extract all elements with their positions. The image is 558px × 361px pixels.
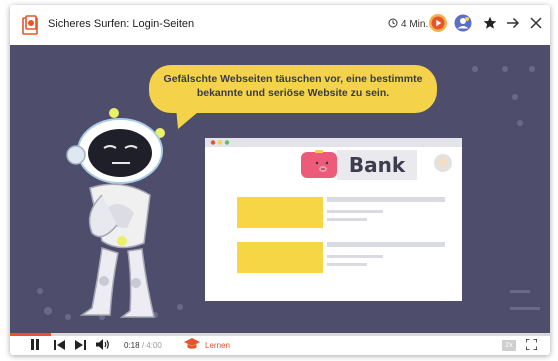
app-logo-icon (22, 15, 40, 35)
clock-icon (388, 18, 398, 31)
playback-speed-button[interactable]: 2x (502, 340, 516, 351)
forward-button[interactable] (503, 15, 523, 35)
speech-bubble: Gefälschte Webseiten täuschen vor, eine … (149, 65, 437, 113)
next-button[interactable] (73, 338, 87, 354)
play-circle-icon (428, 13, 448, 38)
previous-button[interactable] (52, 338, 66, 354)
video-player: Sicheres Surfen: Login-Seiten 4 Min. Gef… (10, 5, 550, 355)
arrow-right-icon (506, 16, 520, 35)
fullscreen-button[interactable] (524, 338, 538, 354)
total-time: 4:00 (146, 341, 162, 350)
close-icon (529, 16, 543, 35)
top-bar: Sicheres Surfen: Login-Seiten 4 Min. (10, 5, 550, 45)
fullscreen-icon (524, 337, 538, 355)
speech-bubble-text: Gefälschte Webseiten täuschen vor, eine … (163, 73, 423, 99)
pause-button[interactable] (28, 338, 42, 354)
avatar-icon (454, 14, 472, 37)
current-time: 0:18 (124, 341, 140, 350)
learn-mode-label[interactable]: Lernen (205, 341, 230, 350)
pause-icon (30, 337, 40, 355)
duration-label: 4 Min. (401, 19, 429, 30)
lesson-title: Sicheres Surfen: Login-Seiten (48, 18, 195, 30)
time-display: 0:18 / 4:00 (124, 341, 162, 350)
play-circle-button[interactable] (428, 13, 448, 38)
graduation-cap-icon (184, 337, 200, 355)
volume-icon (96, 337, 110, 355)
close-button[interactable] (526, 15, 546, 35)
skip-next-icon (74, 337, 86, 355)
volume-button[interactable] (95, 338, 111, 354)
skip-previous-icon (53, 337, 65, 355)
learn-mode-button[interactable] (183, 338, 201, 354)
duration-display: 4 Min. (388, 18, 428, 31)
player-controls: 0:18 / 4:00 Lernen 2x (10, 336, 550, 355)
star-icon (483, 16, 497, 35)
bank-logo-text: Bank (337, 150, 417, 180)
page-content-placeholder (237, 197, 445, 273)
robot-illustration (66, 108, 165, 318)
favorite-button[interactable] (480, 15, 500, 35)
browser-window-illustration (205, 138, 462, 301)
video-stage[interactable]: Gefälschte Webseiten täuschen vor, eine … (10, 45, 550, 333)
profile-button[interactable] (453, 14, 473, 37)
